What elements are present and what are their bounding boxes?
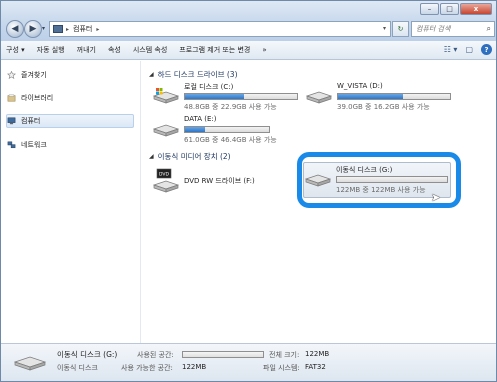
maximize-button[interactable]: □	[440, 3, 459, 15]
star-icon	[7, 71, 16, 79]
nav-item-libraries[interactable]: 라이브러리	[7, 91, 135, 105]
forward-button[interactable]: ▶	[24, 20, 42, 38]
nav-item-favorites[interactable]: 즐겨찾기	[7, 68, 135, 82]
network-icon	[7, 141, 16, 149]
file-system-value: FAT32	[305, 363, 326, 371]
preview-pane-icon[interactable]: ▢	[465, 45, 473, 54]
group-header-removable[interactable]: ◢ 이동식 미디어 장치 (2)	[149, 151, 231, 162]
explorer-window: – □ x ◀ ▶ ▾ ▸ 컴퓨터 ▸ ▾ ↻ ⌕ 구성 ▾ 자동 실행 꺼내기…	[0, 0, 497, 382]
system-drive-icon	[152, 88, 180, 104]
drive-name: DATA (E:)	[184, 115, 217, 123]
total-size-label: 전체 크기:	[269, 351, 300, 359]
system-properties-button[interactable]: 시스템 속성	[133, 45, 167, 55]
arrow-right-icon: ▶	[29, 24, 37, 34]
close-button[interactable]: x	[460, 3, 492, 15]
address-bar[interactable]: ▸ 컴퓨터 ▸ ▾	[49, 21, 391, 37]
group-title: 하드 디스크 드라이브 (3)	[157, 70, 238, 79]
breadcrumb-separator[interactable]: ▸	[96, 26, 99, 33]
nav-item-label: 컴퓨터	[21, 117, 41, 125]
drive-name: 로컬 디스크 (C:)	[184, 83, 234, 91]
toolbar-right: ☷ ▾ ▢ ?	[436, 44, 492, 55]
library-icon	[7, 94, 16, 102]
mouse-cursor-icon: ➤	[431, 191, 441, 204]
drive-free-space: 39.0GB 중 16.2GB 사용 가능	[337, 103, 430, 111]
drive-free-space: 61.0GB 중 46.4GB 사용 가능	[184, 136, 277, 144]
title-bar: – □ x ◀ ▶ ▾ ▸ 컴퓨터 ▸ ▾ ↻ ⌕	[1, 1, 496, 41]
details-drive-type: 이동식 디스크	[57, 364, 98, 372]
total-size-value: 122MB	[305, 350, 330, 358]
free-space-value: 122MB	[182, 363, 207, 371]
removable-disk-icon	[13, 356, 47, 371]
hard-drive-icon	[305, 91, 333, 104]
drive-usage-fill	[185, 127, 206, 132]
minimize-button[interactable]: –	[420, 3, 439, 15]
drive-e[interactable]: DATA (E:) 61.0GB 중 46.4GB 사용 가능	[152, 113, 302, 149]
search-input[interactable]	[416, 23, 486, 35]
details-pane: 이동식 디스크 (G:) 이동식 디스크 사용된 공간: 사용 가능한 공간: …	[1, 343, 496, 381]
computer-icon	[7, 117, 16, 125]
eject-button[interactable]: 꺼내기	[77, 45, 96, 55]
refresh-icon: ↻	[397, 25, 404, 33]
drive-usage-fill	[338, 94, 403, 99]
arrow-left-icon: ◀	[11, 24, 19, 34]
help-icon[interactable]: ?	[481, 44, 492, 55]
navigation-pane: 즐겨찾기 라이브러리 컴퓨터 네트워크	[1, 61, 141, 343]
drive-usage-bar	[337, 93, 451, 100]
collapse-arrow-icon[interactable]: ◢	[149, 71, 154, 78]
group-title: 이동식 미디어 장치 (2)	[157, 152, 231, 161]
file-system-label: 파일 시스템:	[263, 364, 300, 372]
drive-f-dvd[interactable]: DVD DVD RW 드라이브 (F:)	[152, 165, 302, 201]
back-button[interactable]: ◀	[6, 20, 24, 38]
drive-free-space: 48.8GB 중 22.9GB 사용 가능	[184, 103, 277, 111]
more-commands-button[interactable]: »	[262, 46, 266, 54]
caption-buttons: – □ x	[419, 3, 492, 15]
used-space-bar	[182, 351, 264, 358]
nav-item-label: 즐겨찾기	[21, 71, 47, 79]
drive-usage-bar	[184, 93, 298, 100]
properties-button[interactable]: 속성	[108, 45, 121, 55]
organize-menu[interactable]: 구성 ▾	[6, 45, 25, 55]
breadcrumb-separator[interactable]: ▸	[66, 26, 69, 33]
collapse-arrow-icon[interactable]: ◢	[149, 153, 154, 160]
svg-text:DVD: DVD	[159, 172, 169, 178]
used-space-label: 사용된 공간:	[137, 351, 174, 359]
nav-item-label: 네트워크	[21, 141, 47, 149]
drive-usage-bar	[184, 126, 270, 133]
breadcrumb-computer[interactable]: 컴퓨터	[73, 24, 92, 34]
hard-drive-icon	[152, 124, 180, 137]
free-space-label: 사용 가능한 공간:	[121, 364, 173, 372]
drive-name: W_VISTA (D:)	[337, 82, 383, 90]
drive-name: DVD RW 드라이브 (F:)	[184, 177, 255, 185]
view-options-icon[interactable]: ☷ ▾	[444, 45, 458, 54]
search-box[interactable]: ⌕	[411, 21, 495, 37]
computer-icon	[53, 25, 63, 33]
details-drive-name: 이동식 디스크 (G:)	[57, 350, 118, 359]
nav-item-label: 라이브러리	[21, 94, 54, 102]
refresh-button[interactable]: ↻	[392, 21, 409, 37]
nav-item-network[interactable]: 네트워크	[7, 138, 135, 152]
drive-c[interactable]: 로컬 디스크 (C:) 48.8GB 중 22.9GB 사용 가능	[152, 80, 302, 116]
dvd-drive-icon: DVD	[152, 168, 180, 193]
uninstall-program-button[interactable]: 프로그램 제거 또는 변경	[179, 45, 250, 55]
drive-d[interactable]: W_VISTA (D:) 39.0GB 중 16.2GB 사용 가능	[305, 80, 455, 116]
autoplay-button[interactable]: 자동 실행	[37, 45, 65, 55]
nav-item-computer[interactable]: 컴퓨터	[6, 114, 134, 128]
search-icon[interactable]: ⌕	[487, 24, 491, 34]
command-bar: 구성 ▾ 자동 실행 꺼내기 속성 시스템 속성 프로그램 제거 또는 변경 »…	[1, 41, 496, 60]
drive-usage-fill	[185, 94, 245, 99]
recent-pages-dropdown[interactable]: ▾	[42, 25, 45, 32]
chevron-down-icon[interactable]: ▾	[383, 25, 386, 32]
group-header-hard-drives[interactable]: ◢ 하드 디스크 드라이브 (3)	[149, 69, 238, 80]
